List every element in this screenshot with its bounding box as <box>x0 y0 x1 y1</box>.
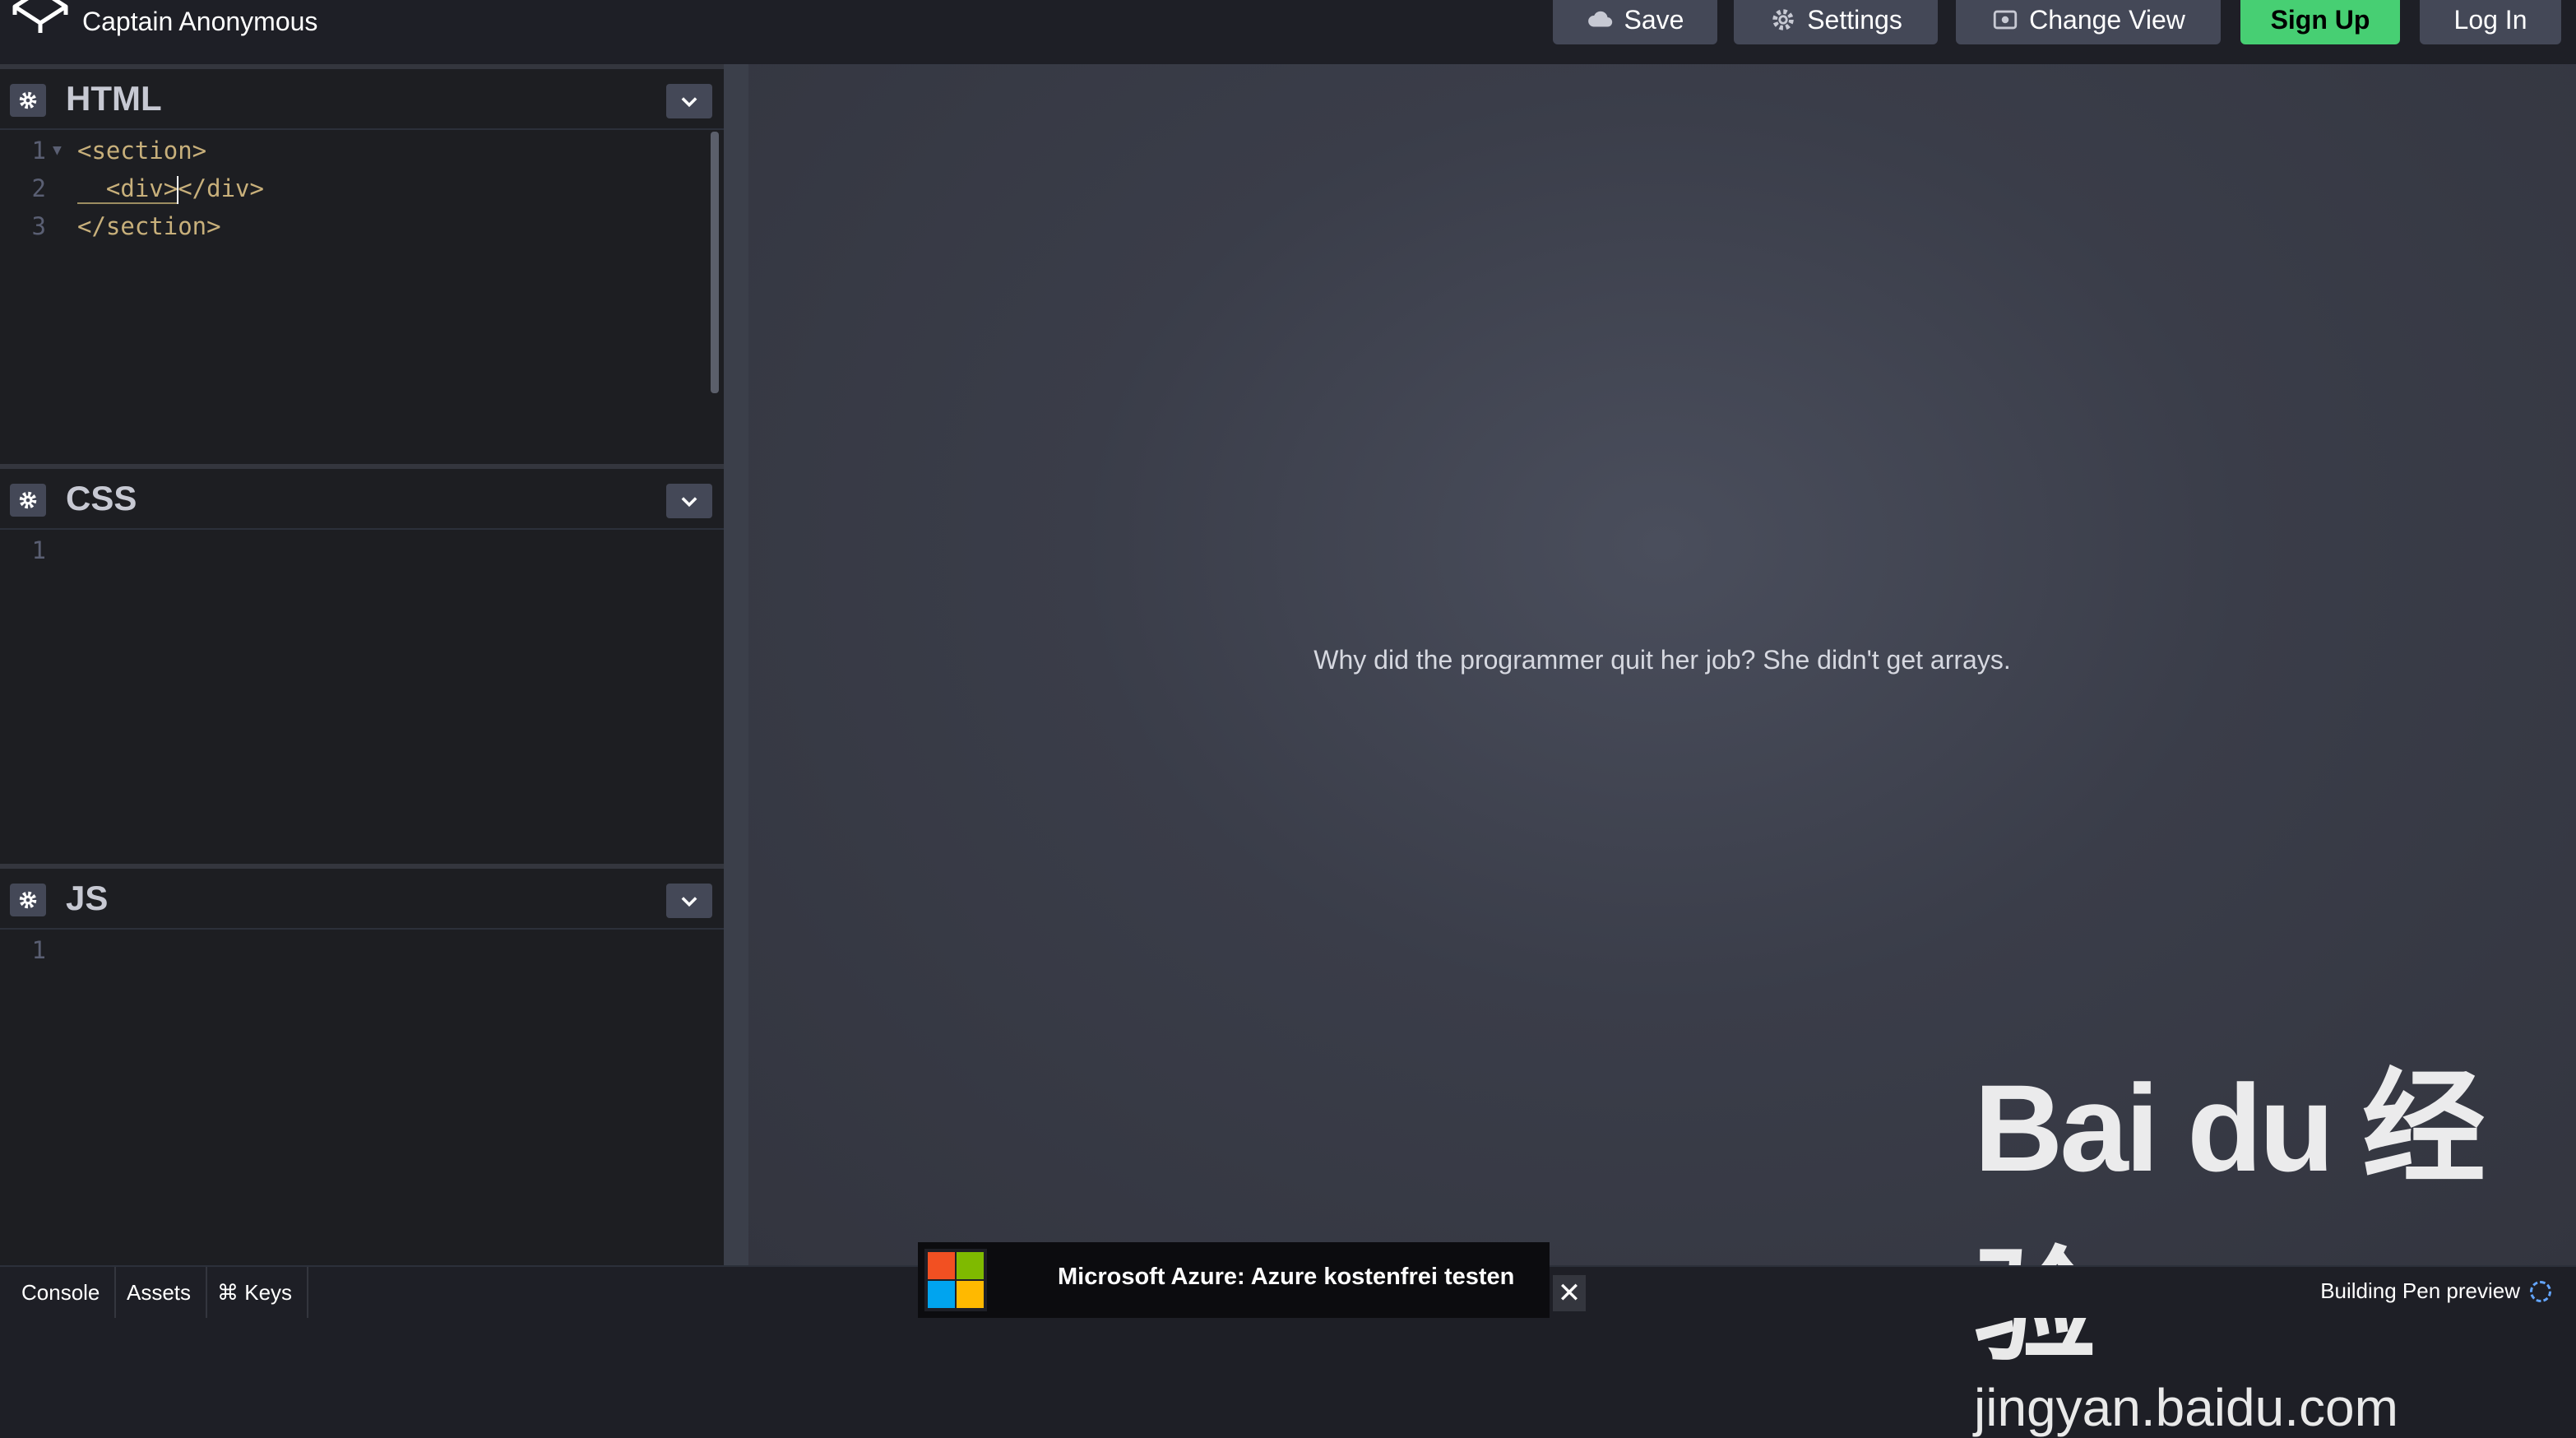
ad-banner[interactable]: Microsoft Azure: Azure kostenfrei testen <box>918 1242 1550 1318</box>
watermark-url: jingyan.baidu.com <box>1974 1378 2398 1437</box>
codepen-logo-icon[interactable] <box>12 0 69 33</box>
code-line: 2 <div></div> <box>0 169 707 207</box>
code-line: 1 <box>0 531 707 569</box>
cloud-icon <box>1587 11 1612 27</box>
microsoft-logo-icon <box>924 1249 987 1311</box>
html-settings-button[interactable] <box>10 84 46 117</box>
chevron-down-icon <box>681 897 697 907</box>
css-settings-button[interactable] <box>10 484 46 517</box>
preview-text: Why did the programmer quit her job? She… <box>1313 645 2011 675</box>
code-line: 1 <box>0 931 707 969</box>
line-number: 2 <box>31 174 46 202</box>
code-open-tag: <div> <box>77 174 178 204</box>
js-pane-title: JS <box>66 879 109 917</box>
code-close-tag: </div> <box>178 174 264 202</box>
html-code-area[interactable]: 1 ▼ <section> 2 <div></div> 3 </section> <box>0 132 707 245</box>
ad-text: Microsoft Azure: Azure kostenfrei testen <box>1058 1264 1515 1290</box>
user-name: Captain Anonymous <box>82 7 318 36</box>
code-line: 1 ▼ <section> <box>0 132 707 169</box>
css-code-area[interactable]: 1 <box>0 531 707 569</box>
line-number: 1 <box>31 137 46 165</box>
html-pane-header: HTML <box>0 64 724 130</box>
chevron-down-icon <box>681 97 697 108</box>
editor-column: HTML 1 ▼ <section> 2 <div></div> 3 </sec… <box>0 64 724 1265</box>
js-collapse-button[interactable] <box>666 884 712 918</box>
save-button[interactable]: Save <box>1553 0 1717 44</box>
assets-button[interactable]: Assets <box>112 1267 208 1318</box>
top-header: Captain Anonymous Save Settings Change V… <box>0 0 2576 64</box>
baidu-watermark: Bai du 经验 jingyan.baidu.com <box>1974 1028 2576 1438</box>
settings-label: Settings <box>1807 4 1902 35</box>
js-settings-button[interactable] <box>10 884 46 916</box>
watermark-brand: Bai du 经验 <box>1974 1059 2486 1375</box>
log-in-button[interactable]: Log In <box>2420 0 2561 44</box>
settings-button[interactable]: Settings <box>1734 0 1938 44</box>
gear-icon <box>1772 9 1794 30</box>
view-icon <box>1993 10 2018 30</box>
build-status-text: Building Pen preview <box>2320 1278 2520 1303</box>
css-pane-header: CSS <box>0 464 724 530</box>
sign-up-button[interactable]: Sign Up <box>2240 0 2400 44</box>
js-pane-header: JS <box>0 864 724 930</box>
line-number: 1 <box>31 936 46 964</box>
logo-square <box>957 1281 984 1308</box>
keys-button[interactable]: ⌘ Keys <box>202 1267 309 1318</box>
js-editor-pane: JS 1 <box>0 864 724 1265</box>
html-editor-pane: HTML 1 ▼ <section> 2 <div></div> 3 </sec… <box>0 64 724 464</box>
html-pane-title: HTML <box>66 79 162 118</box>
code-text: </section> <box>77 212 221 240</box>
css-collapse-button[interactable] <box>666 484 712 518</box>
code-line: 3 </section> <box>0 207 707 245</box>
console-button[interactable]: Console <box>7 1267 117 1318</box>
change-view-button[interactable]: Change View <box>1956 0 2221 44</box>
css-pane-title: CSS <box>66 479 137 517</box>
resize-divider[interactable] <box>724 64 748 1265</box>
gear-icon <box>19 491 37 509</box>
chevron-down-icon <box>681 497 697 508</box>
line-number: 3 <box>31 212 46 240</box>
gear-icon <box>19 891 37 909</box>
code-text: <div></div> <box>77 169 264 207</box>
logo-square <box>957 1252 984 1279</box>
gear-icon <box>19 91 37 109</box>
html-collapse-button[interactable] <box>666 84 712 118</box>
build-status: Building Pen preview <box>2320 1278 2551 1304</box>
loading-spinner-icon <box>2530 1280 2551 1302</box>
ad-close-button[interactable]: ✕ <box>1553 1275 1586 1311</box>
logo-square <box>928 1281 955 1308</box>
css-editor-pane: CSS 1 <box>0 464 724 864</box>
save-label: Save <box>1624 4 1684 35</box>
code-text: <section> <box>77 137 207 165</box>
js-code-area[interactable]: 1 <box>0 931 707 969</box>
editor-scrollbar[interactable] <box>711 132 719 393</box>
change-view-label: Change View <box>2029 4 2185 35</box>
fold-triangle-icon[interactable]: ▼ <box>53 132 62 169</box>
logo-square <box>928 1252 955 1279</box>
line-number: 1 <box>31 536 46 564</box>
